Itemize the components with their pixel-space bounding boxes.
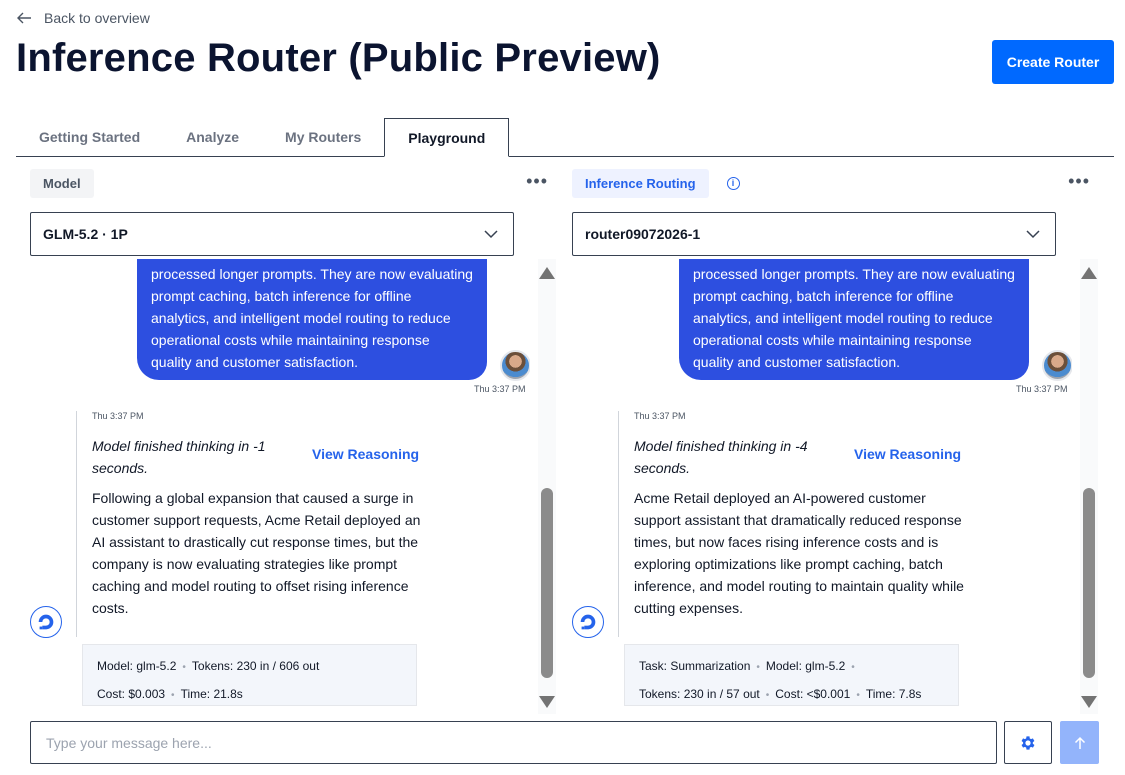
model-label: Model <box>30 168 94 198</box>
gear-icon <box>1021 735 1035 750</box>
response-metadata: Model: glm-5.2 • Tokens: 230 in / 606 out … <box>82 644 417 706</box>
tab-analyze[interactable]: Analyze <box>163 118 262 156</box>
router-select-value: router09072026-1 <box>585 226 701 242</box>
panel-header: Inference Routing i <box>572 168 740 198</box>
chat-area: processed longer prompts. They are now e… <box>572 259 1072 714</box>
scroll-up-arrow-icon[interactable] <box>539 267 555 279</box>
view-reasoning-link[interactable]: View Reasoning <box>854 446 961 462</box>
meta-tokens: Tokens: 230 in / 606 out <box>191 659 320 673</box>
meta-cost: Cost: <$0.001 <box>775 687 851 701</box>
meta-task: Task: Summarization <box>639 659 751 673</box>
response-metadata: Task: Summarization • Model: glm-5.2 • Toke… <box>624 644 959 706</box>
user-message-time: Thu 3:37 PM <box>1016 384 1068 394</box>
arrow-up-icon <box>1074 736 1085 749</box>
info-icon[interactable]: i <box>726 176 740 190</box>
panel-header: Model <box>30 168 94 198</box>
scroll-up-arrow-icon[interactable] <box>1081 267 1097 279</box>
chevron-down-icon <box>1026 230 1040 239</box>
bot-avatar <box>30 606 62 638</box>
more-options-icon[interactable]: ••• <box>526 172 548 190</box>
chat-scrollbar[interactable] <box>1080 259 1098 714</box>
digitalocean-logo-icon <box>580 614 596 630</box>
assistant-message-text: Acme Retail deployed an AI-powered custo… <box>634 490 964 616</box>
digitalocean-logo-icon <box>38 614 54 630</box>
chat-scrollbar[interactable] <box>538 259 556 714</box>
user-message-bubble: processed longer prompts. They are now e… <box>137 259 487 380</box>
meta-time: Time: 21.8s <box>180 687 243 701</box>
chat-area: processed longer prompts. They are now e… <box>30 259 530 714</box>
user-message-bubble: processed longer prompts. They are now e… <box>679 259 1029 380</box>
tab-getting-started[interactable]: Getting Started <box>16 118 163 156</box>
routing-panel: Inference Routing i ••• router09072026-1… <box>572 166 1100 714</box>
more-options-icon[interactable]: ••• <box>1068 172 1090 190</box>
assistant-message: Thu 3:37 PM Model finished thinking in -… <box>618 411 968 637</box>
settings-button[interactable] <box>1004 721 1052 764</box>
chevron-down-icon <box>484 230 498 239</box>
arrow-left-icon <box>17 12 31 24</box>
router-select[interactable]: router09072026-1 <box>572 212 1056 256</box>
send-button[interactable] <box>1060 721 1099 764</box>
bot-avatar <box>572 606 604 638</box>
inference-routing-label: Inference Routing <box>572 168 709 198</box>
user-avatar <box>500 350 530 381</box>
user-message-time: Thu 3:37 PM <box>474 384 526 394</box>
thinking-status: Model finished thinking in -4 seconds. <box>634 438 808 476</box>
model-panel: Model ••• GLM-5.2 · 1P processed longer … <box>30 166 558 714</box>
assistant-message: Thu 3:37 PM Model finished thinking in -… <box>76 411 426 637</box>
model-select[interactable]: GLM-5.2 · 1P <box>30 212 514 256</box>
scroll-thumb[interactable] <box>1083 488 1095 678</box>
user-avatar <box>1042 350 1072 381</box>
tab-my-routers[interactable]: My Routers <box>262 118 384 156</box>
view-reasoning-link[interactable]: View Reasoning <box>312 446 419 462</box>
assistant-message-time: Thu 3:37 PM <box>92 411 144 421</box>
meta-model: Model: glm-5.2 <box>97 659 177 673</box>
tab-playground[interactable]: Playground <box>384 118 510 157</box>
scroll-down-arrow-icon[interactable] <box>539 696 555 708</box>
meta-tokens: Tokens: 230 in / 57 out <box>639 687 760 701</box>
message-input[interactable] <box>30 721 997 764</box>
scroll-thumb[interactable] <box>541 488 553 678</box>
thinking-status: Model finished thinking in -1 seconds. <box>92 438 266 476</box>
meta-cost: Cost: $0.003 <box>97 687 166 701</box>
meta-time: Time: 7.8s <box>865 687 922 701</box>
tab-bar: Getting Started Analyze My Routers Playg… <box>16 118 1114 157</box>
create-router-button[interactable]: Create Router <box>992 40 1114 84</box>
meta-model: Model: glm-5.2 <box>765 659 846 673</box>
scroll-down-arrow-icon[interactable] <box>1081 696 1097 708</box>
assistant-message-time: Thu 3:37 PM <box>634 411 686 421</box>
model-select-value: GLM-5.2 · 1P <box>43 226 128 242</box>
page-title: Inference Router (Public Preview) <box>16 36 661 80</box>
back-to-overview-link[interactable]: Back to overview <box>16 10 150 26</box>
assistant-message-text: Following a global expansion that caused… <box>92 490 421 616</box>
message-composer <box>30 721 1099 764</box>
back-link-label: Back to overview <box>44 10 150 26</box>
